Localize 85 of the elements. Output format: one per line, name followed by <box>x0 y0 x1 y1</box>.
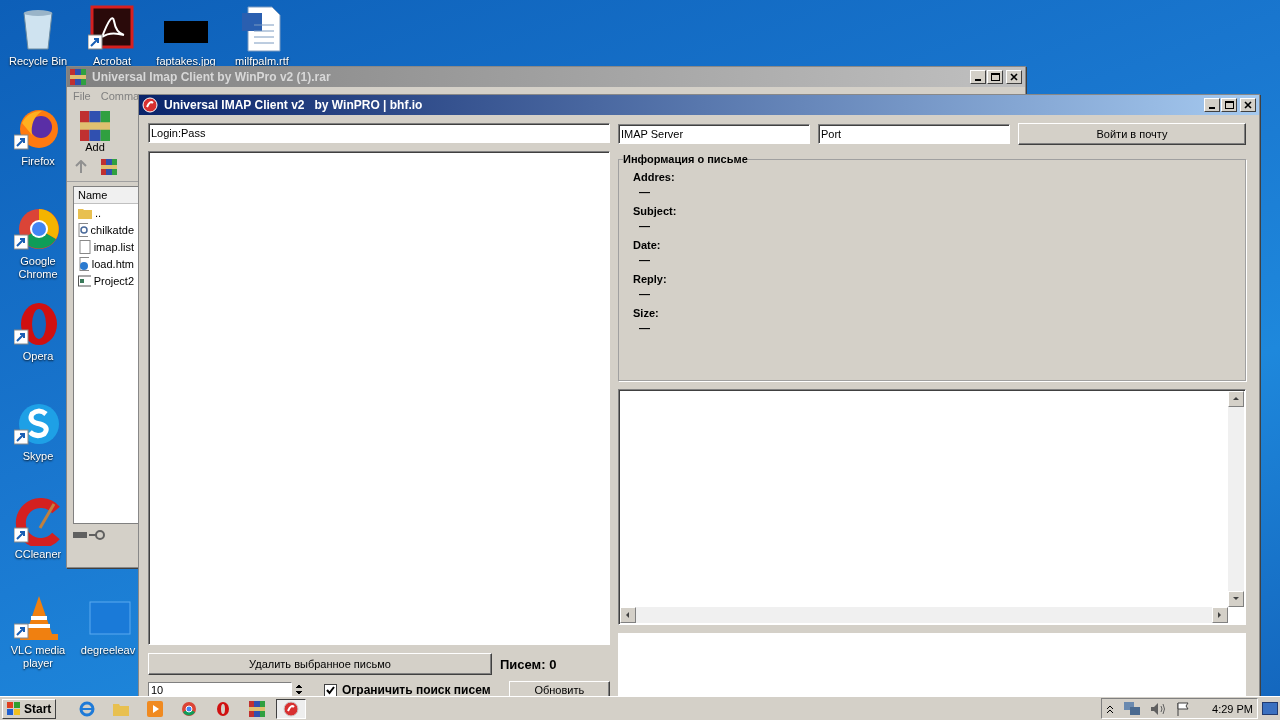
info-label: Reply: <box>633 273 668 285</box>
chrome-icon <box>181 700 198 717</box>
desktop-icon-label: Firefox <box>21 155 55 168</box>
desktop-icon-label: CCleaner <box>14 548 62 561</box>
show-desktop-icon[interactable] <box>1262 701 1278 716</box>
scroll-left-button[interactable] <box>620 607 636 623</box>
column-header[interactable]: Name <box>74 187 138 204</box>
start-button[interactable]: Start <box>2 698 57 719</box>
file-name[interactable]: load.htm <box>91 257 134 270</box>
file-name[interactable]: .. <box>95 206 102 219</box>
file-name[interactable]: chilkatde <box>90 223 134 236</box>
close-button[interactable] <box>1006 70 1022 84</box>
limit-checkbox[interactable] <box>324 683 337 696</box>
maximize-icon <box>1224 101 1234 109</box>
info-value: — <box>638 254 651 266</box>
acrobat-icon[interactable] <box>88 5 136 53</box>
maximize-button[interactable] <box>1221 98 1237 112</box>
drive-icon <box>73 530 107 540</box>
speaker-icon[interactable] <box>1150 701 1167 716</box>
mail-count: Писем: 0 <box>500 656 557 672</box>
limit-field[interactable]: 10 <box>148 681 292 696</box>
window-title: Universal IMAP Client v2 by WinPRO | bhf.io <box>164 98 424 112</box>
horizontal-scrollbar[interactable] <box>620 607 1228 623</box>
books-icon <box>70 69 86 85</box>
desktop-icon-label: faptakes.jpg <box>156 55 216 68</box>
document-icon <box>78 239 91 254</box>
add-button[interactable]: Add <box>75 111 115 153</box>
vertical-scrollbar[interactable] <box>1228 391 1244 607</box>
server-field[interactable]: IMAP Server <box>618 124 810 144</box>
books-icon <box>249 700 266 717</box>
network-icon[interactable] <box>1124 701 1141 716</box>
window-title: Universal Imap Client by WinPro v2 (1).rar <box>92 70 332 84</box>
info-value: — <box>638 288 651 300</box>
app-logo-icon <box>283 700 300 717</box>
taskbar-app[interactable] <box>276 698 307 719</box>
port-field[interactable]: Port <box>818 124 1010 144</box>
maximize-icon <box>990 73 1000 81</box>
desktop-icon-label: Acrobat <box>93 55 131 68</box>
expand-tray-icon[interactable] <box>1106 703 1115 714</box>
desktop-icon-label: milfpalm.rtf <box>235 55 289 68</box>
minimize-button[interactable] <box>970 70 986 84</box>
minimize-button[interactable] <box>1204 98 1220 112</box>
scroll-up-button[interactable] <box>1228 391 1244 407</box>
info-label: Addres: <box>633 171 676 183</box>
app-logo-icon <box>142 97 158 113</box>
close-button[interactable] <box>1240 98 1256 112</box>
clock[interactable]: 4:29 PM <box>1212 702 1253 715</box>
folder-icon <box>113 701 130 716</box>
file-name[interactable]: imap.list <box>93 240 134 253</box>
books-icon <box>101 159 117 175</box>
ccleaner-icon[interactable] <box>14 498 62 546</box>
close-icon <box>1010 73 1018 81</box>
scroll-right-button[interactable] <box>1212 607 1228 623</box>
play-icon <box>147 700 164 717</box>
info-value: — <box>638 186 651 198</box>
desktop-icon-label: Opera <box>22 350 54 363</box>
info-label: Date: <box>633 239 662 251</box>
info-value: — <box>638 322 651 334</box>
file-name[interactable]: Project2 <box>93 274 134 287</box>
group-title: Информация о письме <box>623 153 748 165</box>
delete-button[interactable]: Удалить выбранное письмо <box>148 653 492 675</box>
browser-e-icon <box>79 700 96 717</box>
desktop-icon-label: Google Chrome <box>17 255 59 281</box>
desktop-icon-label: Recycle Bin <box>8 55 68 68</box>
books-icon <box>80 111 110 141</box>
close-icon <box>1244 101 1252 109</box>
checkbox-label: Ограничить поиск писем <box>342 683 491 696</box>
program-icon <box>78 273 91 288</box>
gear-document-icon <box>78 222 88 237</box>
desktop-icon-label: Skype <box>22 450 54 463</box>
scroll-down-button[interactable] <box>1228 591 1244 607</box>
web-page-icon <box>78 256 89 271</box>
maximize-button[interactable] <box>987 70 1003 84</box>
login-button[interactable]: Войти в почту <box>1018 123 1246 145</box>
folder-icon <box>78 206 92 219</box>
refresh-button[interactable]: Обновить <box>508 681 610 696</box>
flag-icon[interactable] <box>1176 701 1191 716</box>
info-label: Size: <box>633 307 660 319</box>
info-value: — <box>638 220 651 232</box>
desktop-icon-label: VLC media player <box>9 644 67 670</box>
opera-icon <box>215 700 232 717</box>
desktop-icon-label: degreeleav <box>80 644 136 657</box>
info-label: Subject: <box>633 205 678 217</box>
windows-logo-icon <box>7 701 21 716</box>
login-field[interactable]: Login:Pass <box>148 123 610 143</box>
